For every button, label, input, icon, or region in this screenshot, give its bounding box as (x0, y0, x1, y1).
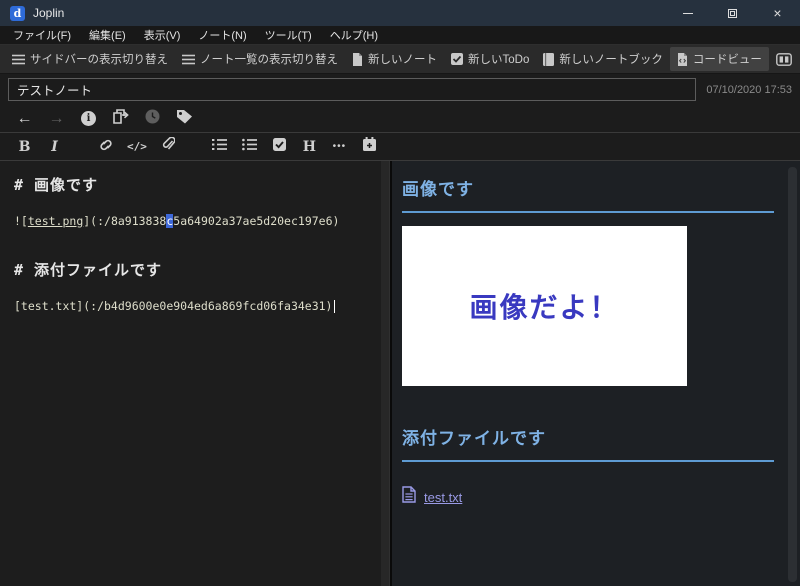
menu-note[interactable]: ノート(N) (189, 27, 255, 43)
layout-toggle-button[interactable] (769, 49, 799, 70)
minimize-icon (682, 12, 693, 14)
back-arrow-icon: ← (16, 109, 33, 127)
menu-view[interactable]: 表示(V) (135, 27, 190, 43)
toggle-sidebar-label: サイドバーの表示切り替え (30, 54, 168, 66)
check-square-icon (272, 137, 286, 156)
checkbox-button[interactable] (271, 137, 288, 156)
editor-image-link: test.png (27, 214, 84, 228)
bold-button[interactable]: B (16, 138, 33, 156)
bullet-list-icon (241, 138, 257, 156)
new-note-icon (352, 52, 363, 66)
preview-image: 画像だよ！ (402, 226, 687, 386)
info-icon: i (81, 111, 96, 126)
menu-edit[interactable]: 編集(E) (80, 27, 135, 43)
close-button[interactable]: × (755, 0, 800, 26)
maximize-icon (728, 8, 737, 18)
italic-button[interactable]: I (46, 138, 63, 156)
new-notebook-button[interactable]: 新しいノートブック (536, 47, 670, 71)
note-properties-button[interactable]: i (80, 110, 97, 128)
editor-image-markdown-line: ![test.png](:/8a913838c5a64902a37ae5d20e… (14, 214, 340, 228)
new-notebook-label: 新しいノートブック (559, 54, 663, 66)
joplin-window: d Joplin × ファイル(F) 編集(E) 表示(V) ノート(N) ツー… (0, 0, 800, 586)
italic-icon: I (51, 138, 58, 155)
menu-tools[interactable]: ツール(T) (256, 27, 321, 43)
heading-rule (402, 211, 774, 213)
note-header: 07/10/2020 17:53 (0, 74, 800, 105)
share-icon (112, 108, 129, 129)
heading-rule (402, 460, 774, 462)
new-note-button[interactable]: 新しいノート (345, 47, 444, 71)
window-title: Joplin (33, 6, 65, 20)
toggle-notelist-button[interactable]: ノート一覧の表示切り替え (175, 47, 345, 71)
menubar: ファイル(F) 編集(E) 表示(V) ノート(N) ツール(T) ヘルプ(H) (0, 26, 800, 45)
note-title-input[interactable] (8, 78, 697, 101)
ellipsis-icon: ••• (332, 141, 347, 152)
joplin-logo-icon: d (10, 5, 25, 21)
paperclip-icon (162, 136, 176, 157)
alarm-button[interactable] (144, 109, 161, 129)
format-toolbar: B I </> H ••• (0, 133, 800, 161)
tag-icon (176, 109, 193, 129)
check-square-icon (451, 53, 463, 65)
preview-scrollbar[interactable] (788, 167, 797, 582)
tags-button[interactable] (176, 109, 193, 129)
editor-scrollbar[interactable] (381, 161, 389, 586)
inline-code-button[interactable]: </> (127, 138, 147, 156)
window-controls: × (665, 0, 800, 26)
editor-heading-image: # 画像です (14, 176, 99, 194)
more-formats-button[interactable]: ••• (331, 138, 348, 156)
toggle-notelist-label: ノート一覧の表示切り替え (200, 54, 338, 66)
note-timestamp: 07/10/2020 17:53 (706, 83, 792, 96)
text-caret (333, 300, 335, 313)
minimize-button[interactable] (665, 0, 710, 26)
note-content: # 画像です ![test.png](:/8a913838c5a64902a37… (0, 161, 800, 586)
markdown-editor[interactable]: # 画像です ![test.png](:/8a913838c5a64902a37… (0, 161, 389, 586)
ordered-list-icon (211, 138, 227, 156)
main-toolbar: サイドバーの表示切り替え ノート一覧の表示切り替え 新しいノート 新しいToDo… (0, 45, 800, 74)
preview-heading-attachment: 添付ファイルです (402, 429, 546, 448)
clock-icon (145, 109, 160, 129)
note-nav-toolbar: ← → i (0, 105, 800, 133)
file-code-icon (677, 52, 688, 66)
numbered-list-button[interactable] (211, 138, 228, 156)
menu-help[interactable]: ヘルプ(H) (321, 27, 387, 43)
titlebar: d Joplin × (0, 0, 800, 26)
new-todo-button[interactable]: 新しいToDo (444, 47, 536, 71)
code-view-label: コードビュー (692, 54, 762, 66)
bold-icon: B (18, 138, 31, 155)
menu-file[interactable]: ファイル(F) (4, 27, 80, 43)
hamburger-icon (12, 54, 25, 65)
new-todo-label: 新しいToDo (468, 54, 530, 66)
toggle-sidebar-button[interactable]: サイドバーの表示切り替え (5, 47, 175, 71)
bullet-list-button[interactable] (241, 138, 258, 156)
editor-attachment-markdown-line: [test.txt](:/b4d9600e0e904ed6a869fcd06fa… (14, 299, 335, 313)
new-note-label: 新しいノート (368, 54, 437, 66)
hamburger-icon (182, 54, 195, 65)
insert-datetime-button[interactable] (361, 137, 378, 156)
back-button[interactable]: ← (16, 110, 33, 128)
markdown-preview: 画像です 画像だよ！ 添付ファイルです test.txt (392, 161, 800, 586)
heading-button[interactable]: H (301, 138, 318, 156)
hyperlink-button[interactable] (97, 138, 114, 156)
split-layout-icon (775, 52, 792, 66)
file-text-icon (402, 486, 416, 508)
forward-button[interactable]: → (48, 110, 65, 128)
attachment-link[interactable]: test.txt (424, 490, 462, 505)
share-button[interactable] (112, 108, 129, 129)
preview-image-text: 画像だよ！ (469, 292, 620, 323)
heading-icon: H (302, 138, 316, 155)
notebook-icon (543, 52, 555, 66)
maximize-button[interactable] (710, 0, 755, 26)
forward-arrow-icon: → (48, 109, 65, 127)
code-icon: </> (127, 140, 147, 153)
calendar-plus-icon (362, 137, 376, 156)
editor-heading-attachment: # 添付ファイルです (14, 261, 163, 279)
preview-heading-image: 画像です (402, 180, 474, 199)
close-icon: × (773, 5, 782, 21)
attachment-row: test.txt (402, 486, 774, 508)
code-view-button[interactable]: コードビュー (669, 47, 769, 71)
attach-file-button[interactable] (160, 136, 177, 157)
link-icon (98, 138, 114, 156)
